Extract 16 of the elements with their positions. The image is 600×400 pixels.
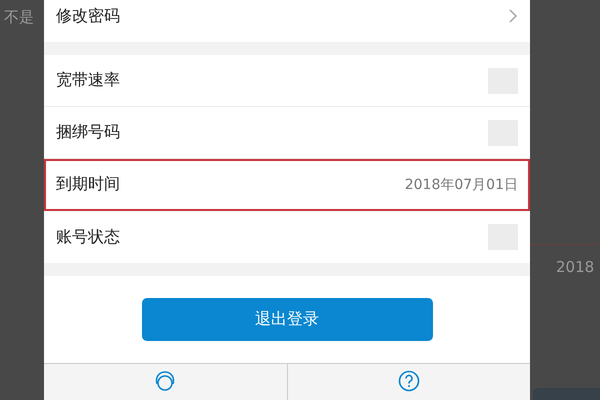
row-label: 捆绑号码	[56, 122, 120, 143]
row-label: 账号状态	[56, 226, 120, 248]
chevron-icon	[508, 8, 518, 24]
background-text: 2018	[556, 258, 594, 276]
row-label: 修改密码	[56, 6, 120, 26]
row-value: 2018年07月01日	[404, 176, 518, 194]
background-text: 不是	[4, 8, 34, 27]
help-icon[interactable]	[398, 370, 420, 392]
settings-row[interactable]: 到期时间 2018年07月01日	[44, 159, 530, 211]
settings-row[interactable]: 修改密码	[44, 0, 530, 42]
row-label: 到期时间	[56, 174, 120, 195]
row-label: 宽带速率	[56, 70, 120, 91]
settings-row[interactable]: 宽带速率	[44, 55, 530, 107]
logout-button[interactable]: 退出登录	[142, 298, 432, 341]
settings-row[interactable]: 账号状态	[44, 211, 530, 263]
settings-row[interactable]: 捆绑号码	[44, 107, 530, 159]
